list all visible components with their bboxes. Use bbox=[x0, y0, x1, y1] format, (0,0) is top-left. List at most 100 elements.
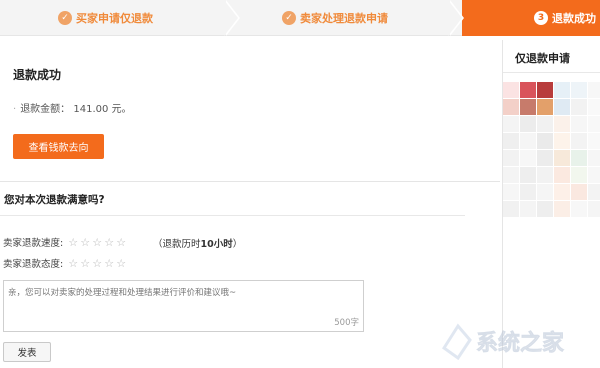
mosaic-tile bbox=[503, 150, 519, 166]
refund-amount-line: · 退款金额： 141.00 元。 bbox=[13, 100, 132, 115]
submit-button[interactable]: 发表 bbox=[3, 342, 51, 362]
mosaic-tile bbox=[537, 99, 553, 115]
hint-time: 10小时 bbox=[200, 239, 233, 250]
mosaic-tile bbox=[503, 82, 519, 98]
mosaic-tile bbox=[571, 167, 587, 183]
star-icon[interactable]: ☆ bbox=[79, 257, 91, 270]
comment-textarea[interactable] bbox=[4, 281, 363, 331]
view-money-flow-button[interactable]: 查看钱款去向 bbox=[13, 134, 104, 159]
refund-progress-steps: ✓ 买家申请仅退款 ✓ 卖家处理退款申请 3 退款成功 bbox=[0, 0, 600, 36]
refund-main-panel: 退款成功 · 退款金额： 141.00 元。 查看钱款去向 您对本次退款满意吗? … bbox=[0, 40, 500, 368]
mosaic-tile bbox=[520, 99, 536, 115]
mosaic-tile bbox=[503, 201, 519, 217]
mosaic-tile bbox=[537, 116, 553, 132]
comment-box: 500字 bbox=[3, 280, 364, 332]
speed-rating-row: 卖家退款速度: ☆ ☆ ☆ ☆ ☆ bbox=[3, 235, 127, 250]
attitude-rating-row: 卖家退款态度: ☆ ☆ ☆ ☆ ☆ bbox=[3, 256, 127, 271]
mosaic-tile bbox=[554, 184, 570, 200]
star-icon[interactable]: ☆ bbox=[103, 236, 115, 249]
mosaic-tile bbox=[571, 99, 587, 115]
star-icon[interactable]: ☆ bbox=[115, 236, 127, 249]
attitude-star-rating[interactable]: ☆ ☆ ☆ ☆ ☆ bbox=[67, 257, 127, 270]
mosaic-tile bbox=[554, 99, 570, 115]
step-separator-inner bbox=[224, 0, 238, 36]
mosaic-tile bbox=[571, 184, 587, 200]
mosaic-tile bbox=[554, 167, 570, 183]
watermark-text: 系统之家 bbox=[476, 330, 565, 356]
step-label: 退款成功 bbox=[552, 12, 596, 25]
mosaic-tile bbox=[537, 150, 553, 166]
refund-amount-label: 退款金额： bbox=[20, 104, 71, 115]
mosaic-tile bbox=[537, 167, 553, 183]
divider bbox=[0, 181, 500, 182]
mosaic-tile bbox=[503, 99, 519, 115]
mosaic-tile bbox=[503, 167, 519, 183]
mosaic-tile bbox=[571, 116, 587, 132]
mosaic-tile bbox=[520, 150, 536, 166]
star-icon[interactable]: ☆ bbox=[79, 236, 91, 249]
mosaic-tile bbox=[588, 150, 600, 166]
divider bbox=[0, 215, 465, 216]
star-icon[interactable]: ☆ bbox=[103, 257, 115, 270]
mosaic-tile bbox=[520, 201, 536, 217]
star-icon[interactable]: ☆ bbox=[91, 236, 103, 249]
mosaic-tile bbox=[554, 133, 570, 149]
step-label: 卖家处理退款申请 bbox=[300, 12, 388, 25]
step-refund-success: 3 退款成功 bbox=[534, 0, 596, 36]
hint-prefix: （退款历时 bbox=[153, 239, 201, 250]
mosaic-tile bbox=[554, 116, 570, 132]
mosaic-tile bbox=[588, 184, 600, 200]
mosaic-tile bbox=[588, 116, 600, 132]
step-number-icon: 3 bbox=[534, 11, 548, 25]
refund-amount-unit: 元。 bbox=[111, 104, 132, 115]
mosaic-tile bbox=[503, 116, 519, 132]
mosaic-tile bbox=[537, 82, 553, 98]
pixelated-product-image bbox=[503, 82, 600, 217]
step-seller-process: ✓ 卖家处理退款申请 bbox=[282, 0, 388, 36]
refund-duration-hint: （退款历时10小时） bbox=[153, 236, 242, 250]
mosaic-tile bbox=[554, 82, 570, 98]
sidebar-title: 仅退款申请 bbox=[515, 52, 570, 65]
page-title: 退款成功 bbox=[13, 68, 62, 82]
speed-rating-label: 卖家退款速度: bbox=[3, 238, 64, 249]
step-label: 买家申请仅退款 bbox=[76, 12, 153, 25]
mosaic-tile bbox=[520, 133, 536, 149]
mosaic-tile bbox=[520, 184, 536, 200]
watermark-logo: 系统之家 bbox=[441, 323, 565, 361]
bullet-icon: · bbox=[13, 104, 17, 115]
star-icon[interactable]: ☆ bbox=[67, 236, 79, 249]
star-icon[interactable]: ☆ bbox=[91, 257, 103, 270]
mosaic-tile bbox=[571, 201, 587, 217]
mosaic-tile bbox=[520, 167, 536, 183]
mosaic-tile bbox=[520, 82, 536, 98]
mosaic-tile bbox=[588, 201, 600, 217]
check-icon: ✓ bbox=[58, 11, 72, 25]
mosaic-tile bbox=[537, 201, 553, 217]
mosaic-tile bbox=[588, 99, 600, 115]
attitude-rating-label: 卖家退款态度: bbox=[3, 259, 64, 270]
mosaic-tile bbox=[588, 82, 600, 98]
refund-amount-value: 141.00 bbox=[73, 104, 109, 115]
step-separator-inner bbox=[448, 0, 462, 36]
mosaic-tile bbox=[537, 133, 553, 149]
mosaic-tile bbox=[554, 201, 570, 217]
step-buyer-apply: ✓ 买家申请仅退款 bbox=[58, 0, 153, 36]
mosaic-tile bbox=[503, 133, 519, 149]
satisfaction-title: 您对本次退款满意吗? bbox=[4, 194, 105, 206]
mosaic-tile bbox=[588, 133, 600, 149]
speed-star-rating[interactable]: ☆ ☆ ☆ ☆ ☆ bbox=[67, 236, 127, 249]
mosaic-tile bbox=[571, 150, 587, 166]
mosaic-tile bbox=[537, 184, 553, 200]
mosaic-tile bbox=[588, 167, 600, 183]
mosaic-tile bbox=[503, 184, 519, 200]
mosaic-tile bbox=[554, 150, 570, 166]
star-icon[interactable]: ☆ bbox=[67, 257, 79, 270]
mosaic-tile bbox=[520, 116, 536, 132]
check-icon: ✓ bbox=[282, 11, 296, 25]
divider bbox=[503, 72, 600, 73]
star-icon[interactable]: ☆ bbox=[115, 257, 127, 270]
mosaic-tile bbox=[571, 82, 587, 98]
mosaic-tile bbox=[571, 133, 587, 149]
hint-suffix: ） bbox=[232, 239, 243, 250]
char-counter: 500字 bbox=[334, 318, 359, 328]
